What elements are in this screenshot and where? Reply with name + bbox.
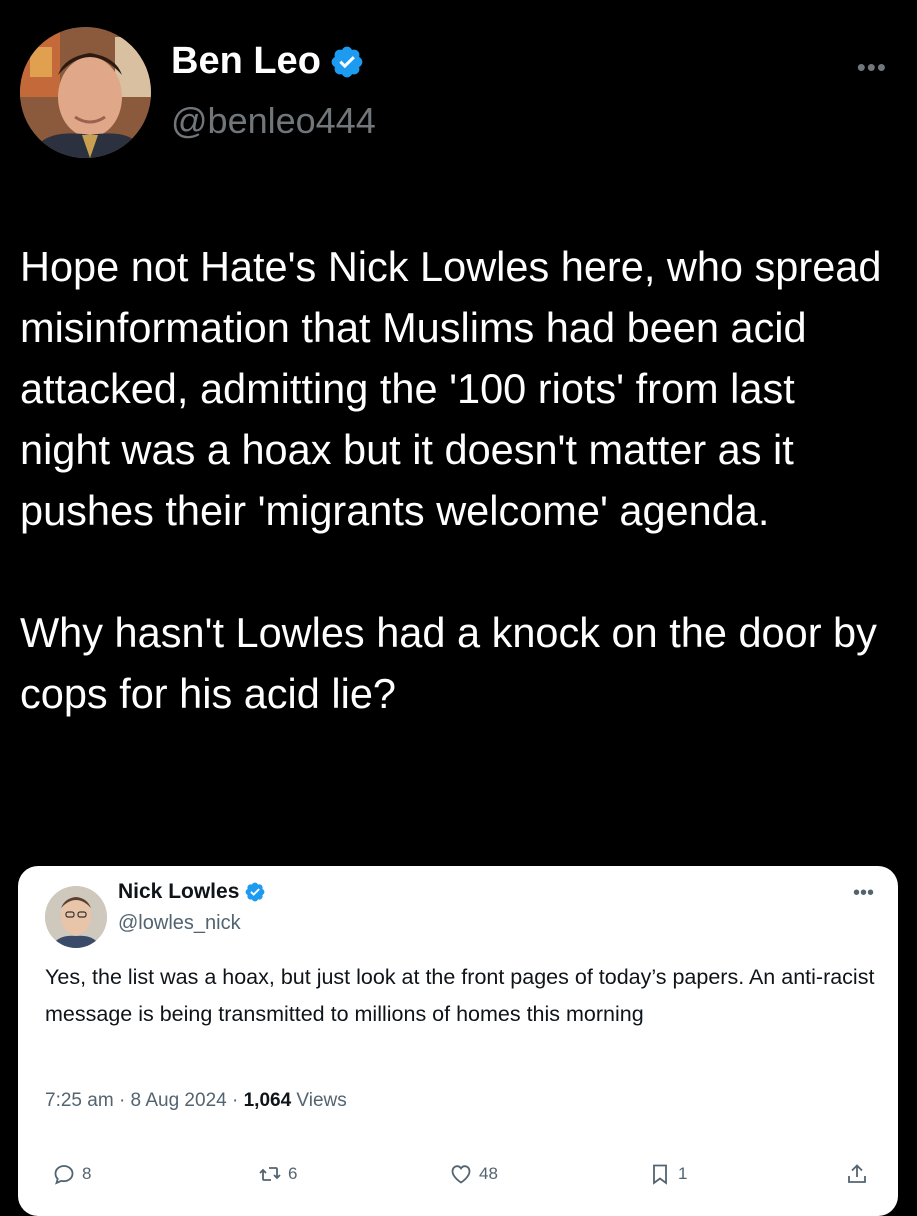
reply-count: 8 (82, 1164, 92, 1183)
author-name[interactable]: Ben Leo (171, 40, 321, 83)
repost-button[interactable]: 6 (258, 1162, 297, 1186)
quoted-author-avatar[interactable] (45, 886, 107, 948)
share-icon (848, 1164, 866, 1183)
views-count: 1,064 (243, 1090, 292, 1111)
author-handle[interactable]: @benleo444 (171, 100, 376, 142)
reply-button[interactable]: 8 (52, 1162, 91, 1186)
author-avatar[interactable] (20, 27, 151, 158)
more-icon[interactable]: ••• (857, 52, 887, 83)
bookmark-count: 1 (678, 1164, 688, 1183)
bookmark-icon (653, 1164, 667, 1185)
like-count: 48 (479, 1164, 498, 1183)
verified-badge-icon (245, 882, 265, 902)
tweet-date[interactable]: 8 Aug 2024 (131, 1090, 227, 1111)
repost-icon (259, 1167, 281, 1181)
more-icon[interactable]: ••• (853, 882, 874, 905)
repost-count: 6 (288, 1164, 298, 1183)
reply-icon (54, 1165, 74, 1185)
quoted-author-name[interactable]: Nick Lowles (118, 880, 239, 904)
like-button[interactable]: 48 (449, 1162, 498, 1186)
verified-badge-icon (331, 46, 363, 77)
views-label: Views (296, 1090, 347, 1111)
author-name-row: Ben Leo (171, 40, 365, 83)
heart-icon (451, 1165, 471, 1184)
quoted-tweet-text: Yes, the list was a hoax, but just look … (45, 965, 875, 1026)
bookmark-button[interactable]: 1 (648, 1162, 687, 1186)
tweet-time[interactable]: 7:25 am (45, 1090, 114, 1111)
quoted-tweet-meta: 7:25 am · 8 Aug 2024 · 1,064 Views (45, 1090, 347, 1111)
quoted-author-handle[interactable]: @lowles_nick (118, 912, 241, 935)
tweet-text: Hope not Hate's Nick Lowles here, who sp… (20, 243, 882, 717)
quoted-name-row: Nick Lowles (118, 880, 266, 904)
quoted-tweet-card[interactable]: Nick Lowles @lowles_nick ••• Yes, the li… (18, 866, 898, 1216)
share-button[interactable] (845, 1162, 869, 1186)
